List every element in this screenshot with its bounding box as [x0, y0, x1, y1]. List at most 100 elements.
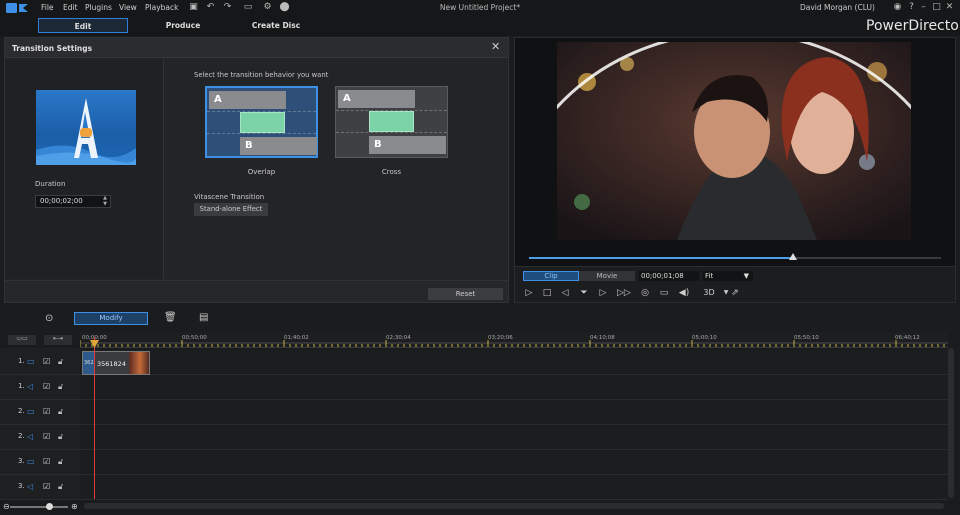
vertical-scrollbar[interactable]: [948, 348, 954, 498]
tab-create-disc[interactable]: Create Disc: [234, 18, 318, 33]
standalone-effect-button[interactable]: Stand-alone Effect: [194, 203, 268, 216]
track-row-video[interactable]: [80, 350, 948, 375]
audio-track-icon: ◁: [27, 382, 34, 391]
clip-a-label: A: [209, 91, 286, 109]
trash-icon[interactable]: 🗑: [164, 312, 177, 323]
ruler-label: 03;20;06: [488, 335, 513, 341]
track-row-audio[interactable]: [80, 425, 948, 450]
snapshot-icon[interactable]: ◎: [639, 287, 651, 299]
preview-video[interactable]: [557, 42, 911, 240]
tab-edit[interactable]: Edit: [38, 18, 128, 33]
stop-icon[interactable]: □: [541, 287, 553, 299]
track-enable-checkbox[interactable]: ☑: [43, 432, 50, 441]
tab-produce[interactable]: Produce: [140, 18, 226, 33]
ruler-label: 05;00;10: [692, 335, 717, 341]
track-enable-checkbox[interactable]: ☑: [43, 457, 50, 466]
tools-menu-icon[interactable]: ⊙: [45, 313, 53, 324]
fit-timeline-icon[interactable]: ⇤⇥: [44, 335, 72, 345]
lock-icon[interactable]: 🔓︎: [58, 432, 63, 442]
redo-icon[interactable]: ↷: [222, 2, 233, 13]
menu-playback[interactable]: Playback: [145, 3, 178, 12]
track-enable-checkbox[interactable]: ☑: [43, 407, 50, 416]
modify-button[interactable]: Modify: [74, 312, 148, 325]
clip-a-label: A: [338, 90, 415, 108]
fast-forward-icon[interactable]: ▷▷: [617, 287, 631, 299]
chevron-down-icon: ▼: [743, 272, 749, 280]
app-logo-icon[interactable]: [6, 2, 30, 14]
menu-edit[interactable]: Edit: [63, 3, 78, 12]
cross-region: [369, 111, 414, 132]
play-icon[interactable]: ▷: [523, 287, 535, 299]
panel-header: Transition Settings ✕: [5, 38, 508, 58]
track-enable-checkbox[interactable]: ☑: [43, 482, 50, 491]
maximize-icon[interactable]: □: [931, 2, 942, 13]
track-row-video[interactable]: [80, 450, 948, 475]
timeline-toolbar: ⊙ Modify 🗑 ▤: [0, 309, 960, 331]
subtitle-icon[interactable]: ▭: [658, 287, 670, 299]
video-track-icon: ▭: [27, 407, 35, 416]
menu-view[interactable]: View: [119, 3, 137, 12]
gear-icon[interactable]: ⚙: [262, 2, 273, 13]
track-header-video: 3. ▭ ☑ 🔓︎: [0, 450, 80, 475]
timecode-display[interactable]: 00;00;01;08: [639, 271, 699, 281]
duration-label: Duration: [35, 180, 66, 188]
help-icon[interactable]: ?: [906, 2, 917, 13]
menu-plugins[interactable]: Plugins: [85, 3, 112, 12]
overlap-region: [240, 112, 285, 133]
track-row-audio[interactable]: [80, 375, 948, 400]
duration-stepper[interactable]: ▲ ▼: [100, 195, 110, 208]
movie-mode-button[interactable]: Movie: [579, 271, 635, 281]
panel-title: Transition Settings: [12, 44, 93, 53]
ruler-label: 01;40;02: [284, 335, 309, 341]
minimize-icon[interactable]: –: [918, 2, 929, 13]
undo-icon[interactable]: ↶: [205, 2, 216, 13]
cross-label: Cross: [381, 168, 402, 176]
3d-toggle[interactable]: 3D: [698, 287, 720, 299]
save-icon[interactable]: ▣: [188, 2, 199, 13]
menu-file[interactable]: File: [41, 3, 54, 12]
ruler-label: 06;40;12: [895, 335, 920, 341]
lock-icon[interactable]: 🔓︎: [58, 382, 63, 392]
lock-icon[interactable]: 🔓︎: [58, 482, 63, 492]
zoom-slider-handle[interactable]: [46, 503, 53, 510]
track-manager-icon[interactable]: ▭▭: [8, 335, 36, 345]
clip-mode-button[interactable]: Clip: [523, 271, 579, 281]
playhead[interactable]: [94, 337, 95, 499]
scrub-handle[interactable]: [789, 253, 797, 260]
zoom-out-icon[interactable]: ⊖: [3, 502, 10, 511]
cross-option[interactable]: A B: [335, 86, 448, 158]
track-row-video[interactable]: [80, 400, 948, 425]
clip-label-small: 362: [84, 360, 94, 366]
lock-icon[interactable]: ⬤: [279, 2, 290, 13]
lock-icon[interactable]: 🔓︎: [58, 357, 63, 367]
overlap-option[interactable]: A B: [205, 86, 318, 158]
track-enable-checkbox[interactable]: ☑: [43, 357, 50, 366]
marker-icon[interactable]: ⏷: [578, 287, 590, 299]
ruler-label: 05;50;10: [794, 335, 819, 341]
zoom-slider[interactable]: [10, 506, 68, 508]
next-frame-icon[interactable]: ▷: [597, 287, 609, 299]
account-icon[interactable]: ◉: [892, 2, 903, 13]
volume-icon[interactable]: ◀): [678, 287, 690, 299]
aspect-ratio-icon[interactable]: ▭: [239, 2, 257, 13]
horizontal-scrollbar[interactable]: [84, 503, 944, 509]
video-track-icon: ▭: [27, 457, 35, 466]
track-number: 3.: [18, 457, 25, 465]
preview-panel: Clip Movie 00;00;01;08 Fit ▼ ▷ □ ◁ ⏷ ▷ ▷…: [514, 37, 956, 303]
zoom-in-icon[interactable]: ⊕: [71, 502, 78, 511]
track-number: 1.: [18, 382, 25, 390]
close-panel-icon[interactable]: ✕: [491, 40, 500, 53]
close-icon[interactable]: ✕: [944, 2, 955, 13]
time-ruler[interactable]: 00;00;00 00;50;00 01;40;02 02;30;04 03;2…: [80, 332, 948, 348]
track-header-video: 2. ▭ ☑ 🔓︎: [0, 400, 80, 425]
prev-frame-icon[interactable]: ◁: [559, 287, 571, 299]
track-enable-checkbox[interactable]: ☑: [43, 382, 50, 391]
edit-icon[interactable]: ▤: [199, 312, 208, 323]
lock-icon[interactable]: 🔓︎: [58, 457, 63, 467]
reset-button[interactable]: Reset: [428, 288, 503, 300]
zoom-fit-select[interactable]: Fit ▼: [703, 271, 753, 281]
overlap-label: Overlap: [247, 168, 276, 176]
undock-icon[interactable]: ⇗: [729, 287, 741, 299]
lock-icon[interactable]: 🔓︎: [58, 407, 63, 417]
track-row-audio[interactable]: [80, 475, 948, 500]
